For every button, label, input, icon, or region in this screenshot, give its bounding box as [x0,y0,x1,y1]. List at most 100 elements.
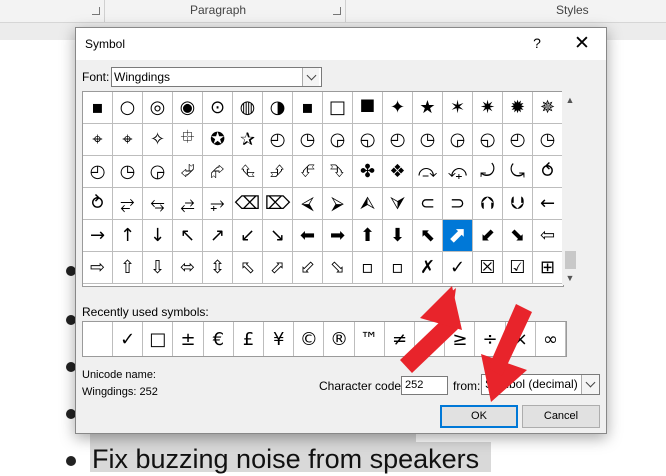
symbol-cell[interactable]: ⮘ [293,188,323,220]
symbol-cell[interactable]: ◑ [263,92,293,124]
symbol-cell[interactable]: ◶ [323,124,353,156]
symbol-cell[interactable]: ⮙ [353,188,383,220]
recent-symbol-cell[interactable]: © [294,322,325,356]
symbol-cell[interactable]: ⮚ [323,188,353,220]
symbol-cell[interactable]: ⥀ [533,156,563,188]
symbol-cell[interactable]: ✶ [443,92,473,124]
symbol-cell[interactable]: ◵ [473,124,503,156]
ok-button[interactable]: OK [440,405,518,428]
symbol-cell[interactable]: ❖ [383,156,413,188]
symbol-cell[interactable]: ⤾ [473,156,503,188]
symbol-cell[interactable]: ⬉ [413,220,443,252]
symbol-cell[interactable]: ⮉ [473,188,503,220]
symbol-cell[interactable]: ◷ [413,124,443,156]
symbol-cell[interactable]: ⯀ [353,92,383,124]
scroll-up-icon[interactable]: ▲ [562,95,578,105]
symbol-cell[interactable]: ◴ [503,124,533,156]
symbol-cell[interactable]: ◎ [143,92,173,124]
font-dropdown[interactable]: Wingdings [111,67,322,87]
recent-symbol-cell[interactable]: ≥ [445,322,476,356]
dialog-launcher-icon[interactable] [92,7,100,15]
symbol-cell[interactable]: ⥄ [173,188,203,220]
symbol-cell[interactable]: ✹ [503,92,533,124]
symbol-cell[interactable]: ⊞ [533,252,563,284]
symbol-cell[interactable]: ◷ [113,156,143,188]
recent-symbol-cell[interactable]: ≤ [415,322,446,356]
symbol-cell[interactable]: ⬇ [383,220,413,252]
symbol-cell[interactable]: ⤼ [413,156,443,188]
symbol-cell[interactable]: ▪ [293,92,323,124]
help-button[interactable]: ? [528,35,546,51]
recent-symbol-cell[interactable]: ± [174,322,204,356]
symbol-cell[interactable]: ▫ [353,252,383,284]
symbol-cell[interactable]: ⇩ [143,252,173,284]
symbol-cell[interactable]: ⌖ [83,124,113,156]
symbol-cell[interactable]: ⮶ [293,156,323,188]
symbol-cell[interactable]: ⊙ [203,92,233,124]
recent-symbol-cell[interactable]: ≠ [385,322,415,356]
symbol-cell[interactable]: ↓ [143,220,173,252]
grid-scrollbar[interactable]: ▲ ▼ [562,91,578,285]
scroll-down-icon[interactable]: ▼ [562,273,578,283]
chevron-down-icon[interactable] [581,375,599,394]
symbol-cell[interactable]: ⬆ [353,220,383,252]
symbol-cell[interactable]: ⌦ [263,188,293,220]
symbol-cell[interactable]: ⬀ [263,252,293,284]
symbol-cell[interactable]: ⇨ [83,252,113,284]
recent-symbol-cell[interactable]: ✓ [113,322,144,356]
symbol-cell[interactable]: ⮵ [263,156,293,188]
symbol-cell[interactable]: ⮛ [383,188,413,220]
symbol-cell[interactable]: ⮰ [173,156,203,188]
symbol-cell-selected[interactable]: ⬈ [443,220,473,252]
symbol-cell[interactable]: ▪ [83,92,113,124]
symbol-cell[interactable]: ✦ [383,92,413,124]
symbol-cell[interactable]: ✷ [473,92,503,124]
symbol-cell[interactable]: ⇳ [203,252,233,284]
recent-symbol-cell[interactable]: € [204,322,234,356]
symbol-cell[interactable]: ⬃ [293,252,323,284]
symbol-cell[interactable]: ⌖ [113,124,143,156]
symbol-cell[interactable]: ↑ [113,220,143,252]
symbol-cell[interactable]: ◴ [83,156,113,188]
symbol-cell[interactable]: ◷ [533,124,563,156]
symbol-cell[interactable]: ↖ [173,220,203,252]
symbol-cell[interactable]: ⤽ [443,156,473,188]
symbol-cell[interactable]: ★ [413,92,443,124]
recent-symbol-cell[interactable] [83,322,113,356]
character-code-input[interactable]: 252 [401,376,448,395]
symbol-cell[interactable]: ○ [113,92,143,124]
symbol-cell[interactable]: ⬁ [233,252,263,284]
symbol-cell[interactable]: ⥃ [143,188,173,220]
symbol-cell[interactable]: ⊃ [443,188,473,220]
recent-symbol-cell[interactable]: ∞ [536,322,566,356]
symbol-cell[interactable]: ⬂ [323,252,353,284]
symbol-cell[interactable]: ⮋ [503,188,533,220]
symbol-cell[interactable]: ⇧ [113,252,143,284]
document-line[interactable]: Fix buzzing noise from speakers [90,442,492,474]
symbol-cell[interactable]: ☒ [473,252,503,284]
symbol-cell[interactable]: ← [533,188,563,220]
symbol-cell[interactable]: ◶ [443,124,473,156]
recent-symbol-cell[interactable]: ™ [355,322,385,356]
symbol-cell[interactable]: ◉ [173,92,203,124]
symbol-cell[interactable]: ⥁ [83,188,113,220]
recent-symbol-cell[interactable]: ® [325,322,355,356]
chevron-down-icon[interactable] [302,68,319,86]
recent-symbol-cell[interactable]: £ [234,322,264,356]
symbol-cell[interactable]: ✓ [443,252,473,284]
symbol-cell[interactable]: ✗ [413,252,443,284]
symbol-cell[interactable]: ↘ [263,220,293,252]
recent-symbol-cell[interactable]: × [506,322,536,356]
scroll-thumb[interactable] [565,251,576,269]
symbol-cell[interactable]: ⥅ [203,188,233,220]
symbol-cell[interactable]: ✪ [203,124,233,156]
symbol-cell[interactable]: ➡ [323,220,353,252]
symbol-cell[interactable]: ⇦ [533,220,563,252]
symbol-cell[interactable]: ◴ [383,124,413,156]
symbol-cell[interactable]: □ [323,92,353,124]
symbol-cell[interactable]: ⯐ [173,124,203,156]
symbol-cell[interactable]: ◷ [293,124,323,156]
dialog-launcher-icon[interactable] [333,7,341,15]
symbol-cell[interactable]: ↙ [233,220,263,252]
symbol-cell[interactable]: ◍ [233,92,263,124]
